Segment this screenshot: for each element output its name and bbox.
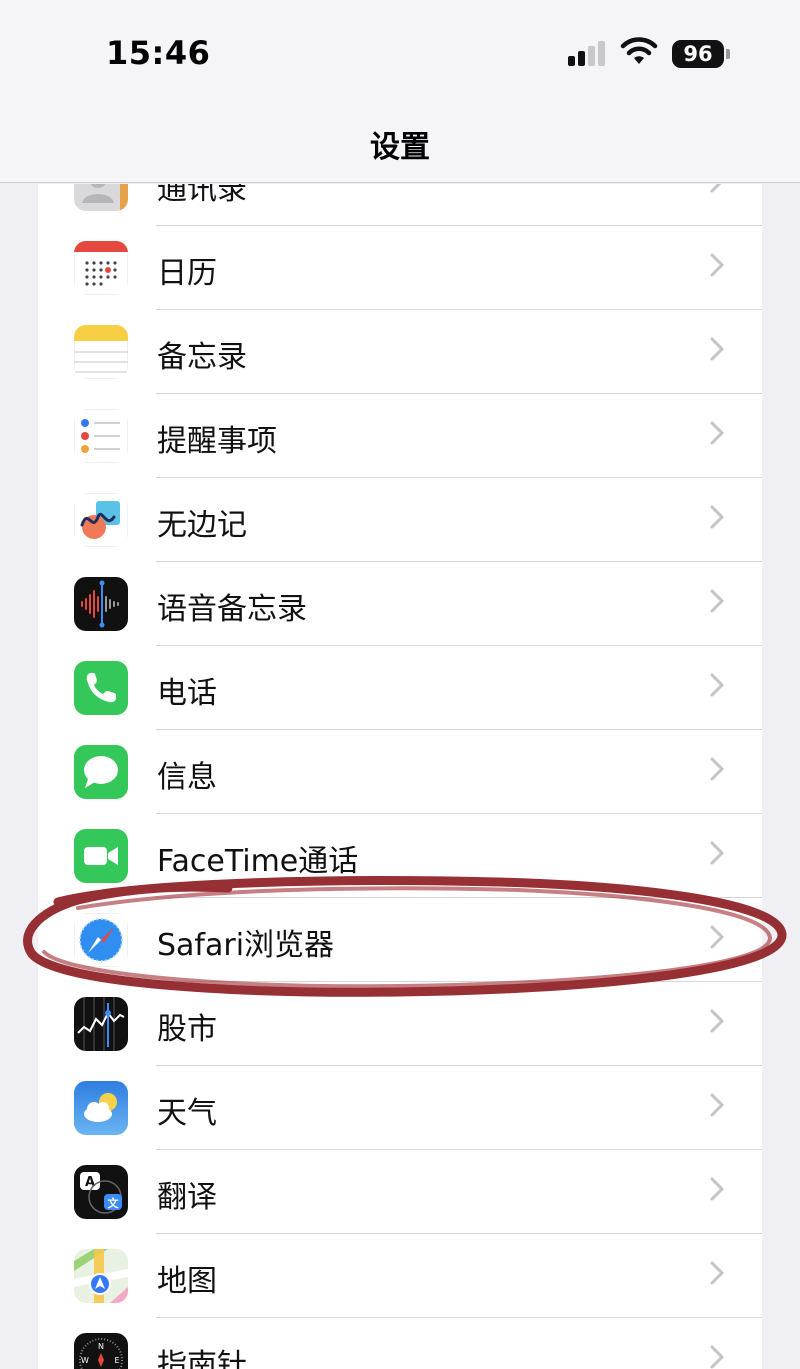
settings-row-label: 通讯录 [157, 184, 247, 207]
page-title: 设置 [370, 130, 430, 165]
svg-text:W: W [81, 1356, 89, 1365]
settings-row-compass[interactable]: N W E 指南针 [38, 1318, 762, 1369]
safari-icon [74, 913, 128, 967]
settings-row-label: Safari浏览器 [157, 928, 335, 963]
settings-row-maps[interactable]: 地图 [38, 1234, 762, 1318]
reminders-icon [74, 409, 128, 463]
voice-memos-icon [74, 577, 128, 631]
status-time: 15:46 [106, 34, 211, 72]
settings-list[interactable]: 通讯录 日历 备忘录 提醒事项 无边记 语音备忘录 电话 信息 FaceTime… [38, 184, 762, 1369]
settings-row-calendar[interactable]: 日历 [38, 226, 762, 310]
settings-row-notes[interactable]: 备忘录 [38, 310, 762, 394]
settings-row-label: 股市 [157, 1012, 217, 1047]
settings-row-label: 备忘录 [157, 340, 247, 375]
settings-row-contacts[interactable]: 通讯录 [38, 184, 762, 226]
phone-icon [74, 661, 128, 715]
chevron-right-icon [710, 337, 724, 361]
chevron-right-icon [710, 673, 724, 697]
settings-row-label: 翻译 [157, 1180, 217, 1215]
settings-row-weather[interactable]: 天气 [38, 1066, 762, 1150]
settings-row-label: 日历 [157, 256, 217, 291]
translate-icon: A 文 [74, 1165, 128, 1219]
chevron-right-icon [710, 1009, 724, 1033]
settings-row-label: 无边记 [157, 508, 247, 543]
svg-text:E: E [114, 1356, 119, 1365]
chevron-right-icon [710, 1261, 724, 1285]
facetime-icon [74, 829, 128, 883]
weather-icon [74, 1081, 128, 1135]
svg-text:N: N [98, 1342, 104, 1351]
svg-text:A: A [85, 1175, 95, 1190]
settings-row-voice-memos[interactable]: 语音备忘录 [38, 562, 762, 646]
settings-row-label: 天气 [157, 1096, 217, 1131]
navigation-bar: 设置 [0, 100, 800, 183]
settings-row-label: FaceTime通话 [157, 844, 359, 879]
svg-text:文: 文 [108, 1196, 120, 1210]
settings-row-reminders[interactable]: 提醒事项 [38, 394, 762, 478]
settings-row-label: 提醒事项 [157, 424, 277, 459]
settings-row-translate[interactable]: A 文 翻译 [38, 1150, 762, 1234]
settings-row-label: 信息 [157, 760, 217, 795]
settings-row-stocks[interactable]: 股市 [38, 982, 762, 1066]
settings-row-facetime[interactable]: FaceTime通话 [38, 814, 762, 898]
contacts-icon [74, 184, 128, 211]
compass-icon: N W E [74, 1333, 128, 1369]
stocks-icon [74, 997, 128, 1051]
settings-row-label: 地图 [157, 1264, 217, 1299]
messages-icon [74, 745, 128, 799]
chevron-right-icon [710, 1345, 724, 1369]
settings-row-messages[interactable]: 信息 [38, 730, 762, 814]
notes-icon [74, 325, 128, 379]
cellular-signal-icon [568, 41, 605, 66]
battery-indicator: 96 [672, 40, 724, 68]
settings-row-label: 电话 [157, 676, 217, 711]
chevron-right-icon [710, 1177, 724, 1201]
settings-row-freeform[interactable]: 无边记 [38, 478, 762, 562]
settings-row-label: 指南针 [157, 1348, 247, 1369]
wifi-icon [620, 37, 658, 64]
settings-row-phone[interactable]: 电话 [38, 646, 762, 730]
chevron-right-icon [710, 925, 724, 949]
calendar-icon [74, 241, 128, 295]
chevron-right-icon [710, 421, 724, 445]
chevron-right-icon [710, 589, 724, 613]
settings-row-label: 语音备忘录 [157, 592, 307, 627]
chevron-right-icon [710, 184, 722, 193]
status-bar: 15:46 96 [0, 0, 800, 100]
chevron-right-icon [710, 841, 724, 865]
maps-icon [74, 1249, 128, 1303]
settings-row-safari[interactable]: Safari浏览器 [38, 898, 762, 982]
battery-cap [726, 49, 730, 59]
chevron-right-icon [710, 253, 724, 277]
chevron-right-icon [710, 757, 724, 781]
chevron-right-icon [710, 505, 724, 529]
freeform-icon [74, 493, 128, 547]
chevron-right-icon [710, 1093, 724, 1117]
